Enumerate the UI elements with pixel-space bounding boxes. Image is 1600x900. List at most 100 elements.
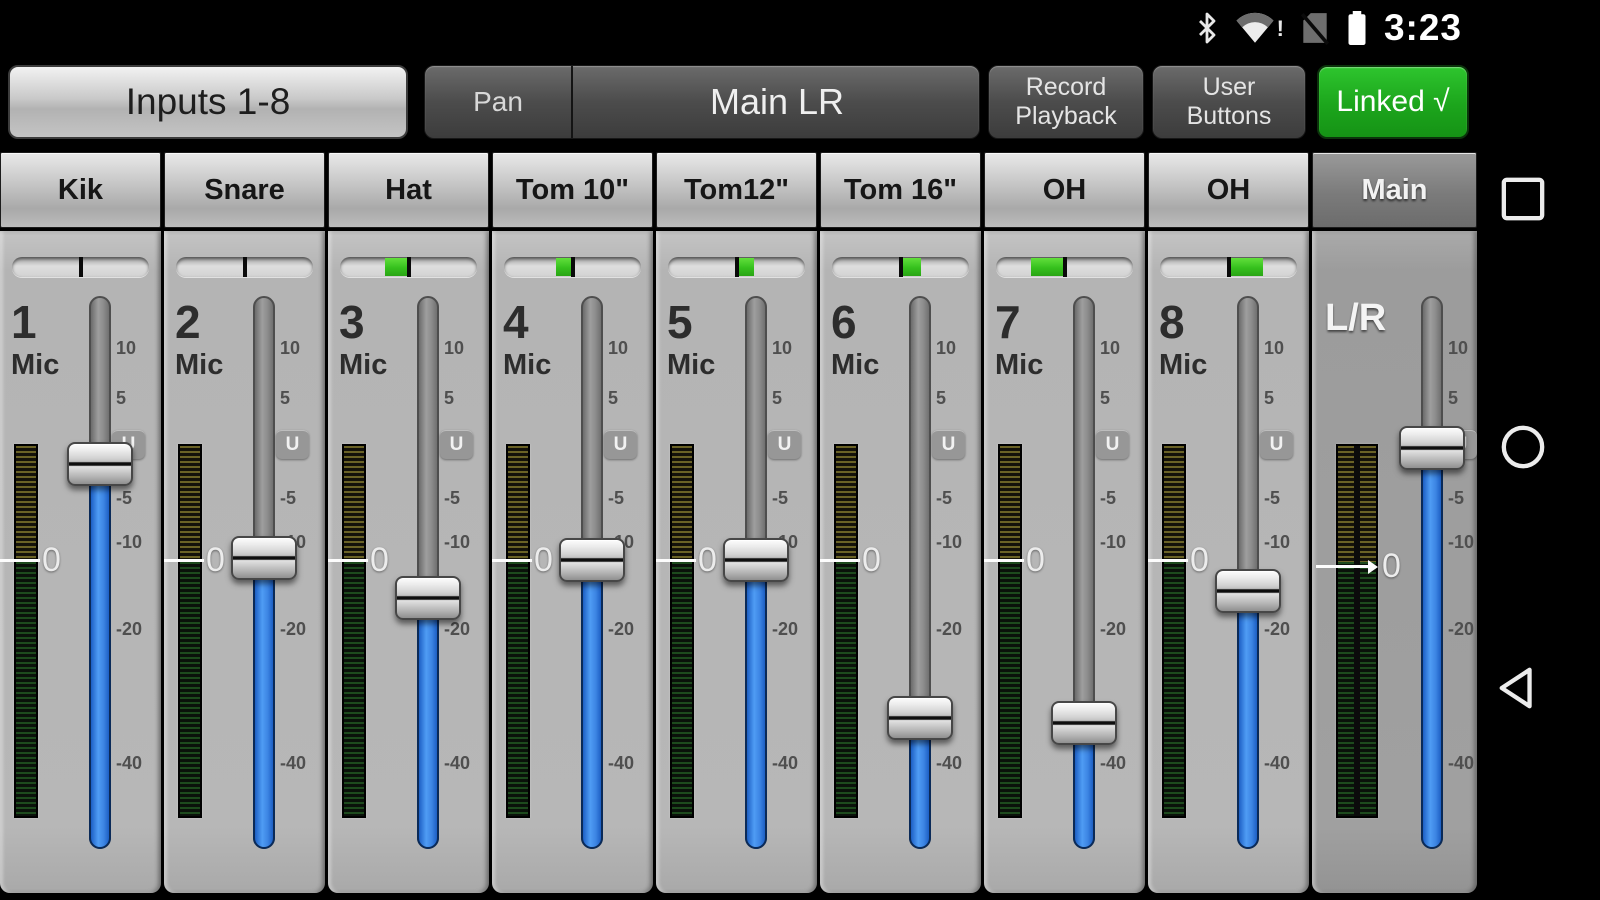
pan-slider[interactable] bbox=[1160, 257, 1297, 277]
fader-scale-tick: 10 bbox=[608, 338, 648, 358]
pan-slider[interactable] bbox=[832, 257, 969, 277]
meter-green-zone bbox=[1360, 562, 1376, 816]
fader-scale-tick: 10 bbox=[1100, 338, 1140, 358]
pan-amount-bar bbox=[1229, 258, 1263, 276]
pan-slider[interactable] bbox=[176, 257, 313, 277]
level-meter bbox=[506, 444, 530, 818]
fader-handle-channel-2[interactable] bbox=[231, 536, 297, 580]
meter-led-column bbox=[1360, 446, 1376, 816]
meter-yellow-zone bbox=[836, 446, 856, 562]
channel-name-button[interactable]: Tom 10" bbox=[492, 152, 653, 228]
meter-yellow-zone bbox=[16, 446, 36, 562]
user-buttons-button[interactable]: User Buttons bbox=[1152, 65, 1306, 139]
fader-scale-tick: 5 bbox=[280, 388, 320, 408]
fader-scale-tick: -5 bbox=[116, 488, 156, 508]
channel-name-button[interactable]: Tom12" bbox=[656, 152, 817, 228]
channel-name-button[interactable]: OH bbox=[984, 152, 1145, 228]
main-lr-label: Main LR bbox=[710, 81, 844, 123]
channel-source-label: Mic bbox=[667, 349, 715, 382]
channel-source-label: Mic bbox=[503, 349, 551, 382]
recents-square-icon[interactable] bbox=[1500, 176, 1546, 227]
fader-scale-tick: -20 bbox=[1264, 619, 1304, 639]
pan-amount-bar bbox=[901, 258, 921, 276]
fader-scale-tick: -20 bbox=[1448, 619, 1488, 639]
channel-source-label: Mic bbox=[1159, 349, 1207, 382]
meter-led-column bbox=[1164, 446, 1184, 816]
mixer-screen: ! 3:23 Inputs 1-8 Pan Main LR Re bbox=[0, 0, 1600, 900]
fader-scale-tick: 10 bbox=[772, 338, 812, 358]
channel-name-button[interactable]: Kik bbox=[0, 152, 161, 228]
fader-scale-tick: -40 bbox=[280, 753, 320, 773]
channel-number: 2 bbox=[175, 295, 201, 349]
meter-yellow-zone bbox=[344, 446, 364, 562]
fader-scale-tick: -40 bbox=[1448, 753, 1488, 773]
channel-number: 7 bbox=[995, 295, 1021, 349]
meter-zero-label: 0 bbox=[1190, 541, 1209, 580]
channel-number: 8 bbox=[1159, 295, 1185, 349]
pan-slider[interactable] bbox=[996, 257, 1133, 277]
meter-led-column bbox=[344, 446, 364, 816]
channel-number: 4 bbox=[503, 295, 529, 349]
meter-led-column bbox=[180, 446, 200, 816]
unity-gain-marker: U bbox=[768, 430, 801, 459]
fader-handle-channel-5[interactable] bbox=[723, 538, 789, 582]
fader-handle-main[interactable] bbox=[1399, 426, 1465, 470]
meter-green-zone bbox=[672, 562, 692, 816]
pan-amount-bar bbox=[1031, 258, 1065, 276]
pan-view-button[interactable]: Pan bbox=[425, 66, 573, 138]
channel-number: 3 bbox=[339, 295, 365, 349]
channel-name-button[interactable]: Snare bbox=[164, 152, 325, 228]
channel-name-button[interactable]: Hat bbox=[328, 152, 489, 228]
fader-handle-channel-6[interactable] bbox=[887, 696, 953, 740]
pan-slider[interactable] bbox=[12, 257, 149, 277]
pan-amount-bar bbox=[737, 258, 754, 276]
channel-number: 1 bbox=[11, 295, 37, 349]
meter-yellow-zone bbox=[180, 446, 200, 562]
level-meter bbox=[178, 444, 202, 818]
fader-scale-tick: -20 bbox=[444, 619, 484, 639]
home-circle-icon[interactable] bbox=[1500, 424, 1546, 475]
channel-name-button[interactable]: OH bbox=[1148, 152, 1309, 228]
fader-handle-channel-7[interactable] bbox=[1051, 701, 1117, 745]
unity-gain-marker: U bbox=[276, 430, 309, 459]
pan-slider[interactable] bbox=[668, 257, 805, 277]
back-triangle-icon[interactable] bbox=[1496, 664, 1542, 717]
fader-handle-channel-8[interactable] bbox=[1215, 569, 1281, 613]
meter-zero-label: 0 bbox=[1026, 541, 1045, 580]
pan-center-tick bbox=[1063, 257, 1067, 277]
fader-scale-tick: -10 bbox=[1100, 532, 1140, 552]
meter-zero-line bbox=[1148, 559, 1188, 562]
meter-zero-line bbox=[492, 559, 532, 562]
meter-yellow-zone bbox=[508, 446, 528, 562]
meter-green-zone bbox=[16, 562, 36, 816]
record-playback-button[interactable]: Record Playback bbox=[988, 65, 1144, 139]
linked-toggle-button[interactable]: Linked √ bbox=[1317, 65, 1469, 139]
fader-scale-tick: -10 bbox=[1448, 532, 1488, 552]
channel-source-label: Mic bbox=[995, 349, 1043, 382]
unity-gain-marker: U bbox=[932, 430, 965, 459]
channel-name-button[interactable]: Tom 16" bbox=[820, 152, 981, 228]
pan-slider[interactable] bbox=[340, 257, 477, 277]
fader-scale-tick: 10 bbox=[116, 338, 156, 358]
fader-handle-channel-4[interactable] bbox=[559, 538, 625, 582]
fader-scale-tick: 10 bbox=[280, 338, 320, 358]
fader-scale-tick: -40 bbox=[1100, 753, 1140, 773]
fader-scale-tick: -20 bbox=[280, 619, 320, 639]
fader-scale-tick: -5 bbox=[936, 488, 976, 508]
meter-led-column bbox=[1000, 446, 1020, 816]
fader-handle-channel-3[interactable] bbox=[395, 576, 461, 620]
meter-green-zone bbox=[1338, 562, 1354, 816]
inputs-bank-button[interactable]: Inputs 1-8 bbox=[8, 65, 408, 139]
pan-slider[interactable] bbox=[504, 257, 641, 277]
fader-scale-tick: -5 bbox=[444, 488, 484, 508]
fader-scale-tick: -40 bbox=[1264, 753, 1304, 773]
channel-number: 5 bbox=[667, 295, 693, 349]
channel-strip: 4Mic0105-5-10-20-40U bbox=[492, 231, 653, 893]
fader-handle-channel-1[interactable] bbox=[67, 442, 133, 486]
fader-scale-tick: -20 bbox=[608, 619, 648, 639]
level-meter bbox=[1162, 444, 1186, 818]
fader-scale-tick: 10 bbox=[1264, 338, 1304, 358]
main-lr-button[interactable]: Main LR bbox=[575, 66, 979, 138]
fader-scale-tick: -40 bbox=[116, 753, 156, 773]
main-strip-button[interactable]: Main bbox=[1312, 152, 1477, 228]
